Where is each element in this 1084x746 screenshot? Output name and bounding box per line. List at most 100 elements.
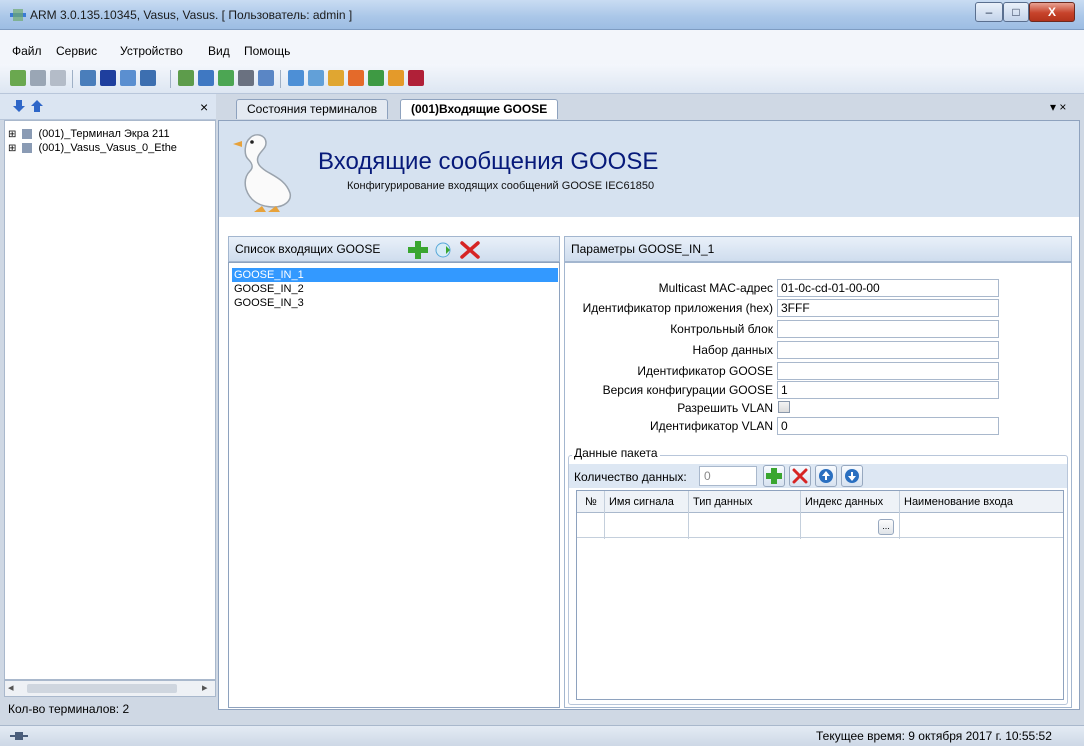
column-data-index[interactable]: Индекс данных bbox=[805, 496, 883, 508]
menu-file[interactable]: Файл bbox=[12, 44, 42, 58]
copy-icon[interactable] bbox=[434, 241, 454, 259]
edit-icon[interactable] bbox=[308, 70, 324, 86]
toolbar-separator bbox=[72, 70, 73, 88]
device-icon[interactable] bbox=[50, 70, 66, 86]
add-icon[interactable] bbox=[408, 241, 428, 259]
toolbar-separator bbox=[280, 70, 281, 88]
vlan-id-label: Идентификатор VLAN bbox=[649, 419, 773, 433]
network-icon[interactable] bbox=[218, 70, 234, 86]
tab-menu-close[interactable]: ▾ × bbox=[1050, 100, 1066, 114]
list-item[interactable]: GOOSE_IN_3 bbox=[232, 296, 558, 310]
menu-service[interactable]: Сервис bbox=[56, 44, 97, 58]
rss-icon[interactable] bbox=[348, 70, 364, 86]
move-down-button[interactable] bbox=[841, 465, 863, 487]
filter-icon[interactable] bbox=[238, 70, 254, 86]
packet-data-legend: Данные пакета bbox=[572, 446, 660, 460]
mac-address-field[interactable]: 01-0c-cd-01-00-00 bbox=[777, 279, 999, 297]
expand-icon[interactable]: ⊞ bbox=[8, 129, 16, 140]
vlan-id-field[interactable]: 0 bbox=[777, 417, 999, 435]
move-up-button[interactable] bbox=[815, 465, 837, 487]
goose-id-field[interactable] bbox=[777, 362, 999, 380]
settings-icon[interactable] bbox=[388, 70, 404, 86]
table-icon[interactable] bbox=[198, 70, 214, 86]
control-block-label: Контрольный блок bbox=[670, 322, 773, 336]
tree-item[interactable]: ⊞ (001)_Терминал Экра 211 bbox=[8, 128, 214, 142]
page-subtitle: Конфигурирование входящих сообщений GOOS… bbox=[347, 180, 655, 192]
list-item[interactable]: GOOSE_IN_2 bbox=[232, 282, 558, 296]
params-header: Параметры GOOSE_IN_1 bbox=[564, 236, 1072, 262]
tree-item[interactable]: ⊞ (001)_Vasus_Vasus_0_Ethe bbox=[8, 142, 214, 156]
delete-icon bbox=[792, 468, 808, 484]
delete-data-button[interactable] bbox=[789, 465, 811, 487]
maximize-button[interactable]: □ bbox=[1003, 2, 1029, 22]
folder-icon[interactable] bbox=[328, 70, 344, 86]
window-icon[interactable] bbox=[140, 70, 156, 86]
toolbar bbox=[0, 64, 1084, 94]
terminal-tree bbox=[4, 120, 216, 680]
mac-address-label: Multicast MAC-адрес bbox=[658, 281, 773, 295]
column-number[interactable]: № bbox=[585, 496, 597, 508]
mail-icon[interactable] bbox=[288, 70, 304, 86]
menu-help[interactable]: Помощь bbox=[244, 44, 290, 58]
goose-list bbox=[228, 262, 560, 708]
column-data-type[interactable]: Тип данных bbox=[693, 496, 753, 508]
tab-incoming-goose[interactable]: (001)Входящие GOOSE bbox=[400, 99, 559, 119]
control-block-field[interactable] bbox=[777, 320, 999, 338]
grid-icon[interactable] bbox=[100, 70, 116, 86]
menu-device[interactable]: Устройство bbox=[120, 44, 183, 58]
split-icon[interactable] bbox=[120, 70, 136, 86]
config-version-field[interactable]: 1 bbox=[777, 381, 999, 399]
expand-icon[interactable]: ⊞ bbox=[8, 143, 16, 154]
add-data-button[interactable] bbox=[763, 465, 785, 487]
scroll-right-icon[interactable]: ▸ bbox=[202, 681, 208, 694]
arrow-down-icon[interactable] bbox=[12, 99, 26, 113]
tree-item-label: (001)_Терминал Экра 211 bbox=[38, 128, 170, 140]
goose-list-title: Список входящих GOOSE bbox=[235, 242, 381, 256]
window-title: ARM 3.0.135.10345, Vasus, Vasus. [ Польз… bbox=[30, 8, 353, 22]
connect-icon[interactable] bbox=[10, 70, 26, 86]
list-icon[interactable] bbox=[80, 70, 96, 86]
goose-logo bbox=[233, 134, 292, 212]
terminal-count-label: Кол-во терминалов: 2 bbox=[8, 702, 130, 716]
data-count-field[interactable]: 0 bbox=[699, 466, 757, 486]
tab-terminal-states[interactable]: Состояния терминалов bbox=[236, 99, 389, 119]
app-icon bbox=[10, 9, 26, 21]
current-time: Текущее время: 9 октября 2017 г. 10:55:5… bbox=[816, 729, 1052, 743]
close-button[interactable]: X bbox=[1029, 2, 1075, 22]
tree-item-label: (001)_Vasus_Vasus_0_Ethe bbox=[38, 142, 177, 154]
table-row[interactable] bbox=[577, 514, 1063, 538]
computer-icon bbox=[22, 143, 33, 154]
flag-icon[interactable] bbox=[408, 70, 424, 86]
vlan-enable-checkbox[interactable] bbox=[778, 401, 790, 413]
horizontal-scrollbar[interactable] bbox=[4, 680, 216, 697]
config-version-label: Версия конфигурации GOOSE bbox=[602, 383, 773, 397]
vlan-enable-label: Разрешить VLAN bbox=[677, 401, 773, 415]
scroll-left-icon[interactable]: ◂ bbox=[8, 681, 14, 694]
minimize-button[interactable]: – bbox=[975, 2, 1003, 22]
eye-icon[interactable] bbox=[258, 70, 274, 86]
params-title: Параметры GOOSE_IN_1 bbox=[571, 242, 715, 256]
left-panel-close-icon[interactable]: × bbox=[200, 99, 208, 115]
toolbar-separator bbox=[170, 70, 171, 88]
delete-icon[interactable] bbox=[460, 241, 480, 259]
menu-view[interactable]: Вид bbox=[208, 44, 230, 58]
dataset-field[interactable] bbox=[777, 341, 999, 359]
arrow-down-icon bbox=[845, 469, 859, 483]
app-id-label: Идентификатор приложения (hex) bbox=[582, 301, 773, 315]
tree-icon[interactable] bbox=[178, 70, 194, 86]
page-title: Входящие сообщения GOOSE bbox=[318, 148, 659, 175]
add-icon bbox=[766, 468, 782, 484]
column-signal-name[interactable]: Имя сигнала bbox=[609, 496, 674, 508]
disconnect-icon[interactable] bbox=[30, 70, 46, 86]
data-index-picker-button[interactable]: ... bbox=[878, 519, 894, 535]
arrow-up-icon[interactable] bbox=[30, 99, 44, 113]
list-item[interactable]: GOOSE_IN_1 bbox=[232, 268, 558, 282]
app-id-field[interactable]: 3FFF bbox=[777, 299, 999, 317]
scrollbar-thumb[interactable] bbox=[27, 684, 177, 693]
column-input-name[interactable]: Наименование входа bbox=[904, 496, 1013, 508]
arrow-up-icon bbox=[819, 469, 833, 483]
data-count-label: Количество данных: bbox=[574, 470, 687, 484]
dataset-label: Набор данных bbox=[692, 343, 773, 357]
refresh-icon[interactable] bbox=[368, 70, 384, 86]
computer-icon bbox=[22, 129, 33, 140]
